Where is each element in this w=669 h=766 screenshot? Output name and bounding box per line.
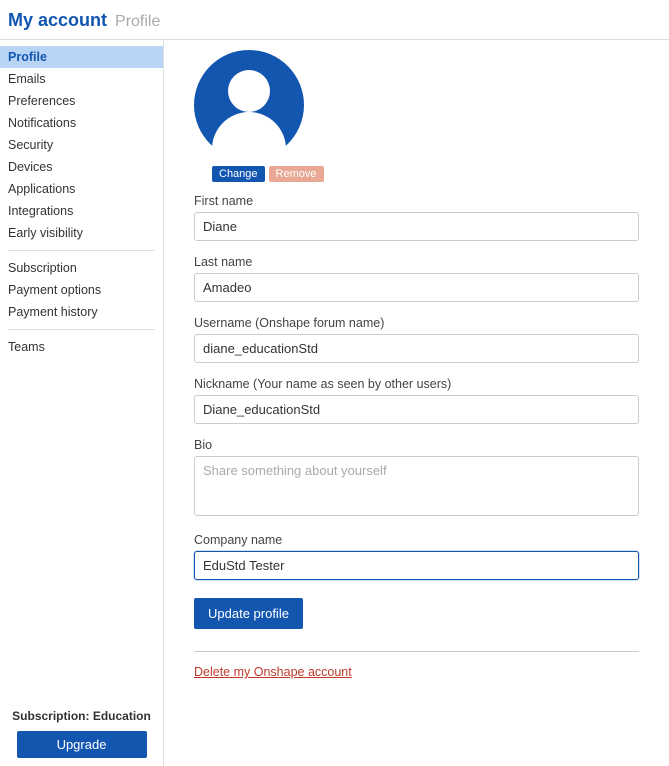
last-name-input[interactable] [194, 273, 639, 302]
sidebar-item-notifications[interactable]: Notifications [0, 112, 163, 134]
divider [194, 651, 639, 652]
sidebar: ProfileEmailsPreferencesNotificationsSec… [0, 40, 164, 766]
sidebar-item-subscription[interactable]: Subscription [0, 257, 163, 279]
sidebar-item-emails[interactable]: Emails [0, 68, 163, 90]
page-title: My account [8, 10, 107, 31]
remove-avatar-button[interactable]: Remove [269, 166, 324, 182]
bio-input[interactable] [194, 456, 639, 516]
page-header: My account Profile [0, 0, 669, 40]
sidebar-item-security[interactable]: Security [0, 134, 163, 156]
change-avatar-button[interactable]: Change [212, 166, 265, 182]
sidebar-item-teams[interactable]: Teams [0, 336, 163, 358]
sidebar-item-integrations[interactable]: Integrations [0, 200, 163, 222]
sidebar-item-profile[interactable]: Profile [0, 46, 163, 68]
avatar [194, 50, 304, 160]
update-profile-button[interactable]: Update profile [194, 598, 303, 629]
delete-account-link[interactable]: Delete my Onshape account [194, 665, 352, 679]
sidebar-divider [8, 250, 155, 251]
company-input[interactable] [194, 551, 639, 580]
sidebar-item-early-visibility[interactable]: Early visibility [0, 222, 163, 244]
username-label: Username (Onshape forum name) [194, 316, 639, 330]
subscription-label: Subscription: Education [8, 709, 155, 723]
username-input[interactable] [194, 334, 639, 363]
company-label: Company name [194, 533, 639, 547]
sidebar-item-payment-options[interactable]: Payment options [0, 279, 163, 301]
sidebar-footer: Subscription: Education Upgrade [0, 701, 163, 766]
first-name-input[interactable] [194, 212, 639, 241]
sidebar-item-payment-history[interactable]: Payment history [0, 301, 163, 323]
nickname-input[interactable] [194, 395, 639, 424]
sidebar-item-applications[interactable]: Applications [0, 178, 163, 200]
upgrade-button[interactable]: Upgrade [17, 731, 147, 758]
last-name-label: Last name [194, 255, 639, 269]
sidebar-item-devices[interactable]: Devices [0, 156, 163, 178]
breadcrumb: Profile [115, 13, 160, 31]
sidebar-divider [8, 329, 155, 330]
first-name-label: First name [194, 194, 639, 208]
profile-content: Change Remove First name Last name Usern… [164, 40, 669, 766]
sidebar-item-preferences[interactable]: Preferences [0, 90, 163, 112]
bio-label: Bio [194, 438, 639, 452]
nickname-label: Nickname (Your name as seen by other use… [194, 377, 639, 391]
